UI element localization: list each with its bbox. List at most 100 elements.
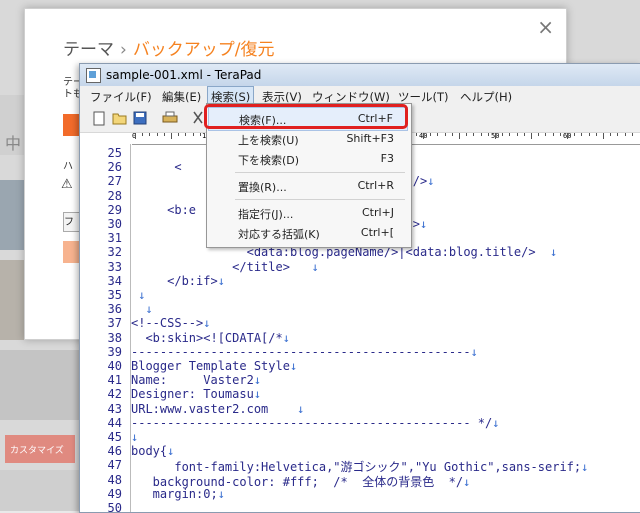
code-text: </b:if> xyxy=(131,273,218,288)
code-line: body{↓ xyxy=(131,444,174,458)
ruler-tick xyxy=(617,133,619,136)
line-break-mark: ↓ xyxy=(419,217,428,231)
code-text: Blogger Template Style xyxy=(131,359,290,373)
ruler-tick xyxy=(538,133,540,136)
code-line: ↓ xyxy=(131,288,145,302)
line-break-mark: ↓ xyxy=(311,259,319,274)
menu-item-label: 置換(R)... xyxy=(238,181,287,194)
line-break-mark: ↓ xyxy=(427,174,435,189)
ruler-tick xyxy=(149,133,151,136)
code-text: ----------------------------------------… xyxy=(131,344,471,359)
line-break-mark: ↓ xyxy=(463,474,471,489)
line-number: 44 xyxy=(107,415,122,430)
line-number: 25 xyxy=(107,146,122,160)
ruler-tick xyxy=(552,133,554,136)
ruler-tick xyxy=(178,133,180,136)
ruler-tick xyxy=(574,133,576,136)
new-file-icon[interactable] xyxy=(92,111,107,126)
background-text: 中 xyxy=(5,134,22,153)
menu-separator xyxy=(235,199,405,200)
code-text: ----------------------------------------… xyxy=(131,415,493,430)
line-break-mark: ↓ xyxy=(131,430,139,444)
line-number: 34 xyxy=(107,273,122,288)
breadcrumb-current: バックアップ/復元 xyxy=(132,40,275,60)
line-number: 33 xyxy=(107,259,122,274)
line-number: 36 xyxy=(107,302,122,317)
ruler-tick xyxy=(495,133,496,139)
ruler-tick xyxy=(192,133,194,136)
ruler-tick xyxy=(523,133,525,136)
line-number: 40 xyxy=(107,359,122,373)
code-line: URL:www.vaster2.com ↓ xyxy=(131,402,304,416)
dialog-text: ハ xyxy=(63,161,73,172)
line-number: 47 xyxy=(107,458,122,473)
code-line: Designer: Toumasu↓ xyxy=(131,387,261,401)
ruler-tick xyxy=(444,133,446,136)
code-text: Designer: Toumasu xyxy=(131,387,254,402)
open-folder-icon[interactable] xyxy=(112,111,127,126)
print-icon[interactable] xyxy=(162,111,178,126)
menu-item-shortcut: Ctrl+R xyxy=(357,179,394,192)
line-break-mark: ↓ xyxy=(138,288,146,302)
code-line: <b:skin><![CDATA[/*↓ xyxy=(131,331,290,345)
menu-file[interactable]: ファイル(F) xyxy=(90,89,152,105)
code-line: ----------------------------------------… xyxy=(131,416,499,430)
code-line: Blogger Template Style↓ xyxy=(131,359,297,373)
ruler-tick xyxy=(559,133,561,136)
line-number: 45 xyxy=(107,430,122,444)
code-text: Name: Vaster2 xyxy=(131,373,254,388)
menu-item-find-previous[interactable]: 上を検索(U) Shift+F3 xyxy=(208,128,408,150)
line-break-mark: ↓ xyxy=(297,401,305,416)
ruler-tick xyxy=(163,133,165,136)
customize-button-label: カスタマイズ xyxy=(10,446,64,456)
code-text: URL:www.vaster2.com xyxy=(131,401,298,416)
code-text: body{ xyxy=(131,444,168,459)
line-break-mark: ↓ xyxy=(282,330,290,345)
menu-help[interactable]: ヘルプ(H) xyxy=(460,89,512,105)
menu-separator xyxy=(235,172,405,173)
breadcrumb-theme[interactable]: テーマ xyxy=(63,40,114,60)
line-number: 29 xyxy=(107,202,122,217)
line-number: 35 xyxy=(107,288,122,302)
menu-item-matching-bracket[interactable]: 対応する括弧(K) Ctrl+[ xyxy=(208,222,408,244)
line-break-mark: ↓ xyxy=(550,245,558,260)
menu-edit[interactable]: 編集(E) xyxy=(162,89,201,105)
code-line: < xyxy=(131,160,181,174)
app-icon xyxy=(86,68,101,83)
menu-item-replace[interactable]: 置換(R)... Ctrl+R xyxy=(208,175,408,197)
line-number: 28 xyxy=(107,188,122,203)
line-number: 30 xyxy=(107,217,122,231)
line-break-mark: ↓ xyxy=(217,486,225,501)
menu-item-label: 対応する括弧(K) xyxy=(238,228,320,241)
code-line: ↓ xyxy=(131,430,138,444)
menu-item-shortcut: Ctrl+[ xyxy=(360,226,394,239)
ruler-tick xyxy=(423,133,424,139)
breadcrumb-separator: › xyxy=(120,40,127,60)
menu-item-find-next[interactable]: 下を検索(D) F3 xyxy=(208,148,408,170)
warning-icon: ⚠ xyxy=(61,177,73,192)
cut-icon[interactable] xyxy=(190,111,205,126)
ruler-tick xyxy=(142,133,144,136)
title-bar[interactable]: sample-001.xml - TeraPad xyxy=(80,64,640,86)
code-line: ----------------------------------------… xyxy=(131,345,478,359)
menu-item-shortcut: F3 xyxy=(380,152,394,165)
ruler-tick xyxy=(437,133,439,136)
ruler-tick xyxy=(185,133,187,136)
line-break-mark: ↓ xyxy=(581,460,589,475)
menu-item-goto-line[interactable]: 指定行(J)... Ctrl+J xyxy=(208,202,408,224)
ruler-tick xyxy=(171,133,172,139)
save-icon[interactable] xyxy=(132,111,147,126)
close-icon[interactable]: × xyxy=(537,15,554,39)
ruler-tick xyxy=(516,133,518,136)
ruler-tick xyxy=(156,133,158,136)
ruler-tick xyxy=(473,133,475,136)
code-text: <b:e xyxy=(131,202,197,217)
code-line: margin:0;↓ xyxy=(131,487,225,501)
line-number: 49 xyxy=(107,486,122,501)
ruler-tick xyxy=(502,133,504,136)
annotation-highlight-box xyxy=(204,104,408,129)
code-line: <b:e xyxy=(131,203,196,217)
line-number: 32 xyxy=(107,245,122,260)
line-break-mark: ↓ xyxy=(203,316,211,331)
line-number: 43 xyxy=(107,401,122,416)
